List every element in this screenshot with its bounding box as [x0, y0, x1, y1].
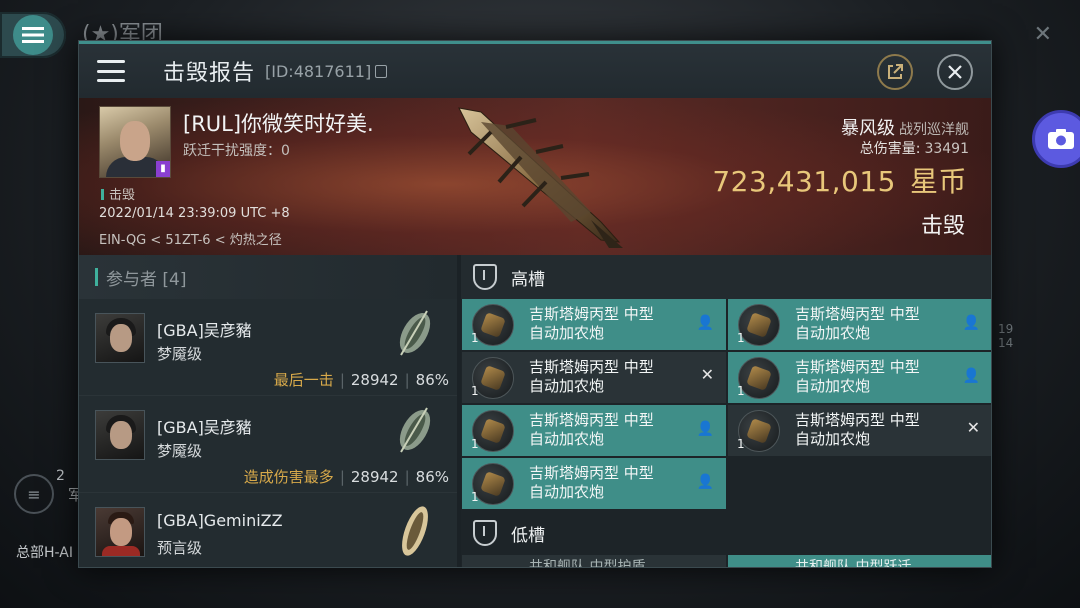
participant-name: [GBA]吴彦豬 — [157, 321, 252, 340]
module-name: 吉斯塔姆丙型 中型 自动加农炮 — [529, 411, 654, 448]
share-button[interactable] — [877, 54, 913, 90]
participant-ship: 预言级 — [157, 539, 203, 557]
low-slot-icon — [473, 520, 497, 546]
module-item[interactable]: 1 吉斯塔姆丙型 中型 自动加农炮 ✕ — [728, 405, 991, 456]
close-icon — [948, 65, 962, 79]
module-item[interactable]: 共和舰队 中型跃迁 — [728, 555, 991, 567]
jump-interference: 跃迁干扰强度：0 — [183, 143, 290, 159]
destroyed-icon: ✕ — [700, 365, 714, 384]
participant-row[interactable]: [GBA]吴彦豬 梦魇级 最后一击 | 28942 | 86% — [79, 299, 457, 396]
module-item[interactable]: 共和舰队 中型护盾 — [462, 555, 726, 567]
high-slot-header: 高槽 — [461, 255, 991, 299]
badge-icon: ▮ — [156, 161, 170, 177]
person-icon: 👤 — [696, 421, 714, 437]
person-icon: 👤 — [696, 315, 714, 331]
module-name: 吉斯塔姆丙型 中型 自动加农炮 — [795, 305, 920, 342]
kill-time: 2022/01/14 23:39:09 UTC +8 — [99, 206, 290, 221]
module-item[interactable]: 1 吉斯塔姆丙型 中型 自动加农炮 👤 — [728, 352, 991, 403]
status-tag: 击毁 — [101, 184, 135, 203]
high-slot-grid: 1 吉斯塔姆丙型 中型 自动加农炮 👤 1 吉斯塔姆丙型 中型 自动加农炮 👤 … — [461, 299, 991, 509]
low-slot-grid: 共和舰队 中型护盾 共和舰队 中型跃迁 — [461, 555, 991, 567]
background-side-numbers: 19 14 — [998, 322, 1014, 350]
share-icon — [888, 64, 903, 79]
participant-ship-image — [399, 407, 431, 453]
hamburger-icon[interactable] — [97, 60, 125, 82]
kill-location[interactable]: EIN-QG < 51ZT-6 < 灼热之径 — [99, 229, 282, 248]
victim-name[interactable]: [RUL]你微笑时好美. — [183, 108, 374, 138]
list-icon[interactable]: ≡ — [14, 474, 54, 514]
module-item[interactable]: 1 吉斯塔姆丙型 中型 自动加农炮 👤 — [462, 299, 726, 350]
main-menu-button[interactable] — [0, 12, 66, 58]
module-item[interactable]: 1 吉斯塔姆丙型 中型 自动加农炮 👤 — [462, 458, 726, 509]
module-item[interactable]: 1 吉斯塔姆丙型 中型 自动加农炮 👤 — [462, 405, 726, 456]
participant-name: [GBA]吴彦豬 — [157, 418, 252, 437]
participant-ship: 梦魇级 — [157, 345, 203, 363]
participant-ship-image — [399, 310, 431, 356]
menu-icon — [13, 15, 53, 55]
victim-avatar[interactable]: ▮ — [99, 106, 171, 178]
participant-row[interactable]: [GBA]GeminiZZ 预言级 — [79, 493, 457, 567]
background-hq-text: 总部H-AI — [16, 545, 73, 561]
module-item[interactable]: 1 吉斯塔姆丙型 中型 自动加农炮 ✕ — [462, 352, 726, 403]
high-slot-icon — [473, 264, 497, 290]
dialog-title: 击毁报告 — [163, 61, 256, 86]
participant-stats: 造成伤害最多 | 28942 | 86% — [243, 468, 449, 486]
module-name: 吉斯塔姆丙型 中型 自动加农炮 — [529, 305, 654, 342]
killmail-dialog: 击毁报告 [ID:4817611] ▮ [RUL]你微笑时好美. 跃迁干扰强度：… — [78, 40, 992, 568]
fitting-panel: 高槽 1 吉斯塔姆丙型 中型 自动加农炮 👤 1 吉斯塔姆丙型 中型 自动加农炮… — [461, 255, 991, 567]
close-button[interactable] — [937, 54, 973, 90]
dialog-header: 击毁报告 [ID:4817611] — [79, 44, 991, 98]
participant-row[interactable]: [GBA]吴彦豬 梦魇级 造成伤害最多 | 28942 | 86% — [79, 396, 457, 493]
module-item[interactable]: 1 吉斯塔姆丙型 中型 自动加农炮 👤 — [728, 299, 991, 350]
participant-ship-image — [402, 506, 428, 556]
camera-icon[interactable] — [1032, 110, 1080, 168]
participants-panel: 参与者 [4] [GBA]吴彦豬 梦魇级 最后一击 | 28942 | 86% [GBA… — [79, 255, 457, 567]
killmail-id: [ID:4817611] — [265, 61, 372, 81]
participant-ship: 梦魇级 — [157, 442, 203, 460]
low-slot-header: 低槽 — [461, 511, 991, 555]
kill-result: 击毁 — [920, 214, 965, 239]
victim-ship-image[interactable] — [451, 102, 631, 250]
person-icon: 👤 — [696, 474, 714, 490]
participant-avatar[interactable] — [95, 507, 145, 557]
copy-icon[interactable] — [375, 64, 388, 78]
destroyed-icon: ✕ — [966, 418, 980, 437]
module-name: 吉斯塔姆丙型 中型 自动加农炮 — [529, 464, 654, 501]
participant-stats: 最后一击 | 28942 | 86% — [273, 371, 449, 389]
background-close-icon[interactable]: ✕ — [1034, 22, 1052, 47]
person-icon: 👤 — [962, 315, 980, 331]
module-name: 吉斯塔姆丙型 中型 自动加农炮 — [795, 358, 920, 395]
module-name: 吉斯塔姆丙型 中型 自动加农炮 — [529, 358, 654, 395]
isk-value: 723,431,015 星币 — [712, 165, 967, 198]
participants-header: 参与者 [4] — [79, 255, 457, 299]
participant-name: [GBA]GeminiZZ — [157, 511, 283, 530]
participant-avatar[interactable] — [95, 410, 145, 460]
background-count: 2 — [56, 468, 65, 484]
total-damage: 总伤害量: 33491 — [859, 141, 969, 157]
participant-avatar[interactable] — [95, 313, 145, 363]
person-icon: 👤 — [962, 368, 980, 384]
victim-banner: ▮ [RUL]你微笑时好美. 跃迁干扰强度：0 击毁 2022/01/14 23… — [79, 98, 991, 255]
ship-class: 暴风级 战列巡洋舰 — [841, 118, 969, 139]
module-name: 吉斯塔姆丙型 中型 自动加农炮 — [795, 411, 920, 448]
